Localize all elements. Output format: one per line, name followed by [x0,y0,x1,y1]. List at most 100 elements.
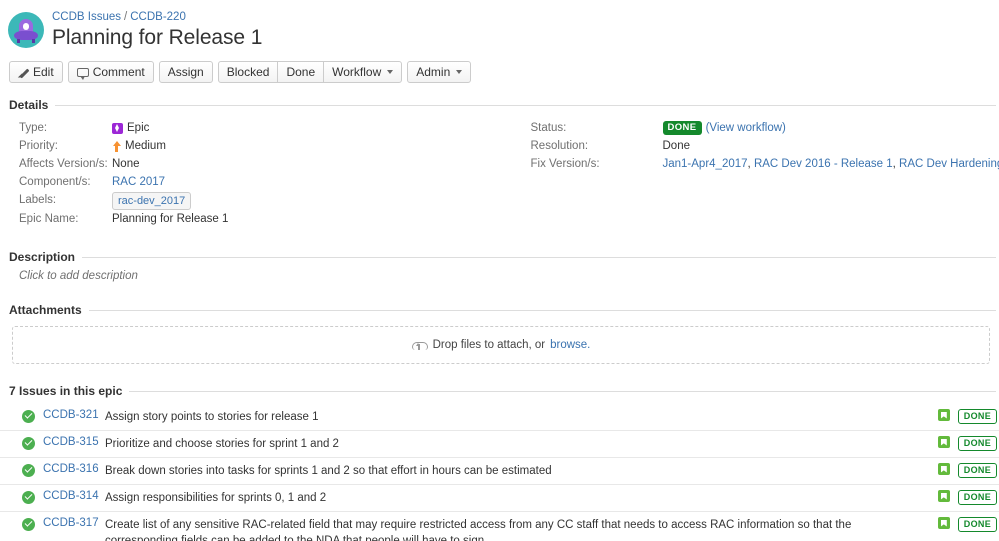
detail-value-components: RAC 2017 [112,174,165,191]
epic-issues-list: CCDB-321 Assign story points to stories … [0,404,999,541]
divider [129,390,996,392]
detail-label-labels: Labels: [19,193,57,206]
status-badge: DONE [957,409,997,424]
priority-medium-icon [112,140,121,152]
details-body: Type: Epic Priority: Medium Affects Vers… [0,112,999,228]
issue-key-link[interactable]: CCDB-317 [43,517,105,529]
issue-row-meta: DONE [921,517,997,532]
detail-label-priority: Priority: [19,139,58,152]
issue-summary: Break down stories into tasks for sprint… [105,465,552,477]
divider [55,104,996,106]
breadcrumb-project-link[interactable]: CCDB Issues [52,11,121,23]
issue-key-link[interactable]: CCDB-316 [43,463,105,475]
status-done-icon [22,464,35,477]
blocked-button[interactable]: Blocked [217,61,279,83]
details-section-header: Details [0,98,999,112]
table-row[interactable]: CCDB-315 Prioritize and choose stories f… [0,431,999,458]
issue-row-meta: DONE [921,436,997,451]
status-badge: DONE [957,436,997,451]
label-chip[interactable]: rac-dev_2017 [112,191,192,210]
edit-button[interactable]: Edit [9,61,63,83]
table-row[interactable]: CCDB-314 Assign responsibilities for spr… [0,485,999,512]
story-type-icon [937,490,950,502]
detail-row-resolution: Resolution: Done [528,137,999,155]
issue-header: CCDB Issues / CCDB-220 Planning for Releas… [0,0,999,51]
detail-value-type-text: Epic [127,121,150,134]
attachments-heading: Attachments [9,303,82,317]
admin-dropdown-button[interactable]: Admin [407,61,472,83]
done-button[interactable]: Done [277,61,325,83]
detail-value-priority-text: Medium [125,139,166,152]
detail-label-status: Status: [530,121,567,134]
divider [88,309,996,311]
story-type-icon [937,409,950,421]
issue-summary: Create list of any sensitive RAC-related… [105,519,852,541]
breadcrumb-issue-link[interactable]: CCDB-220 [130,11,186,23]
view-workflow-link[interactable]: (View workflow) [706,120,786,137]
cloud-upload-icon [411,339,428,351]
detail-value-resolution: Done [662,139,691,152]
attachments-section-header: Attachments [0,303,999,317]
workflow-button-group: Blocked Done Workflow [217,61,403,83]
epic-icon [112,122,123,134]
detail-row-type: Type: Epic [0,119,500,137]
table-row[interactable]: CCDB-321 Assign story points to stories … [0,404,999,431]
issue-toolbar: Edit Comment Assign Blocked Done Workflo… [0,51,999,92]
story-type-icon [937,463,950,475]
detail-row-status: Status: DONE (View workflow) [528,119,999,137]
detail-label-type: Type: [19,121,48,134]
detail-label-resolution: Resolution: [530,139,589,152]
detail-value-priority: Medium [112,138,166,155]
status-badge: DONE [957,463,997,478]
assign-button-label: Assign [167,65,204,79]
issue-key-link[interactable]: CCDB-321 [43,409,105,421]
detail-label-components: Component/s: [19,175,91,188]
story-type-icon [937,517,950,529]
detail-value-labels: rac-dev_2017 [112,191,192,210]
description-heading: Description [9,250,76,264]
description-placeholder[interactable]: Click to add description [0,264,999,282]
detail-value-type: Epic [112,120,149,137]
issue-row-meta: DONE [921,409,997,424]
detail-value-fix-versions: Jan1-Apr4_2017, RAC Dev 2016 - Release 1… [663,156,999,173]
status-done-icon [22,491,35,504]
admin-button-label: Admin [416,65,451,79]
details-heading: Details [9,98,49,112]
status-badge: DONE [957,490,997,505]
detail-row-affects-version: Affects Version/s: None [0,155,500,173]
details-right-column: Status: DONE (View workflow) Resolution:… [500,119,999,228]
description-section-header: Description [0,250,999,264]
component-link[interactable]: RAC 2017 [112,174,165,191]
detail-row-priority: Priority: Medium [0,137,500,155]
detail-value-affects-version: None [112,157,140,170]
attachment-dropzone[interactable]: Drop files to attach, or browse. [12,326,990,364]
issue-key-link[interactable]: CCDB-315 [43,436,105,448]
table-row[interactable]: CCDB-317 Create list of any sensitive RA… [0,512,999,541]
comment-bubble-icon [76,67,89,80]
header-text: CCDB Issues / CCDB-220 Planning for Releas… [48,8,262,51]
detail-row-fix-versions: Fix Version/s: Jan1-Apr4_2017, RAC Dev 2… [528,155,999,173]
assign-button[interactable]: Assign [158,61,213,83]
avatar-container [8,8,48,51]
breadcrumb: CCDB Issues / CCDB-220 [52,8,262,24]
detail-row-epic-name: Epic Name: Planning for Release 1 [0,210,500,228]
detail-label-epic-name: Epic Name: [19,212,79,225]
detail-row-components: Component/s: RAC 2017 [0,173,500,191]
done-button-label: Done [286,65,316,79]
fix-version-link[interactable]: RAC Dev Hardening Rele [899,158,999,170]
fix-version-link[interactable]: RAC Dev 2016 - Release 1 [754,158,893,170]
issue-row-meta: DONE [921,490,997,505]
edit-button-label: Edit [33,65,54,79]
fix-version-link[interactable]: Jan1-Apr4_2017 [663,158,748,170]
dropzone-text: Drop files to attach, or [432,339,546,351]
workflow-button-label: Workflow [332,65,382,79]
workflow-dropdown-button[interactable]: Workflow [323,61,403,83]
page-title: Planning for Release 1 [52,26,263,49]
table-row[interactable]: CCDB-316 Break down stories into tasks f… [0,458,999,485]
detail-row-labels: Labels: rac-dev_2017 [0,191,500,210]
issue-summary: Assign story points to stories for relea… [105,411,319,423]
issue-key-link[interactable]: CCDB-314 [43,490,105,502]
comment-button[interactable]: Comment [67,61,154,83]
browse-link[interactable]: browse. [550,339,590,351]
issue-summary: Prioritize and choose stories for sprint… [105,438,339,450]
